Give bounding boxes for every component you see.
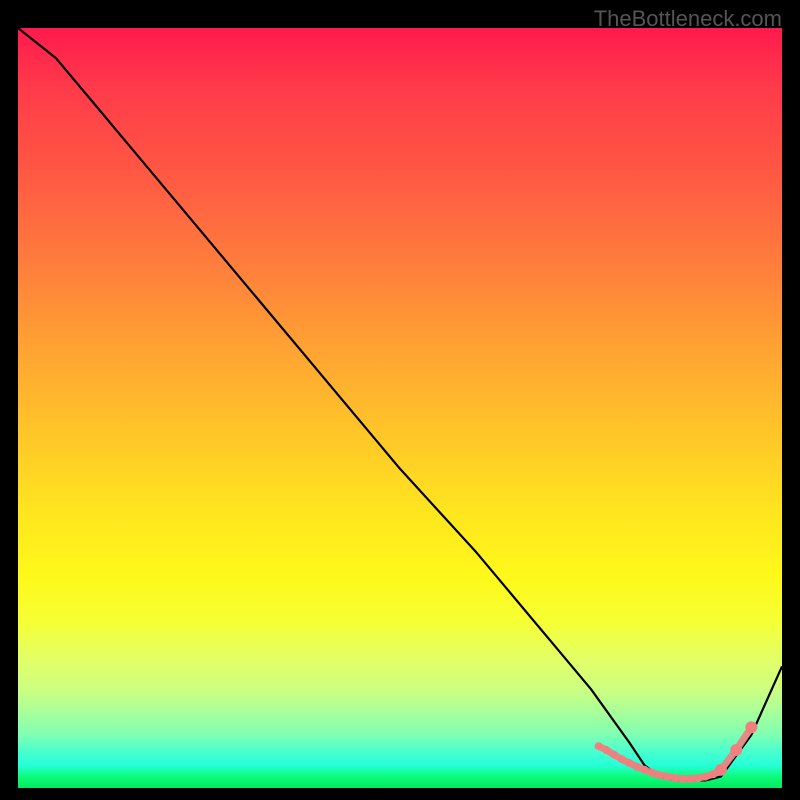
watermark-text: TheBottleneck.com xyxy=(594,6,782,32)
chart-line xyxy=(18,28,782,780)
chart-svg xyxy=(18,28,782,788)
chart-markers xyxy=(595,721,758,783)
chart-plot-area xyxy=(18,28,782,788)
